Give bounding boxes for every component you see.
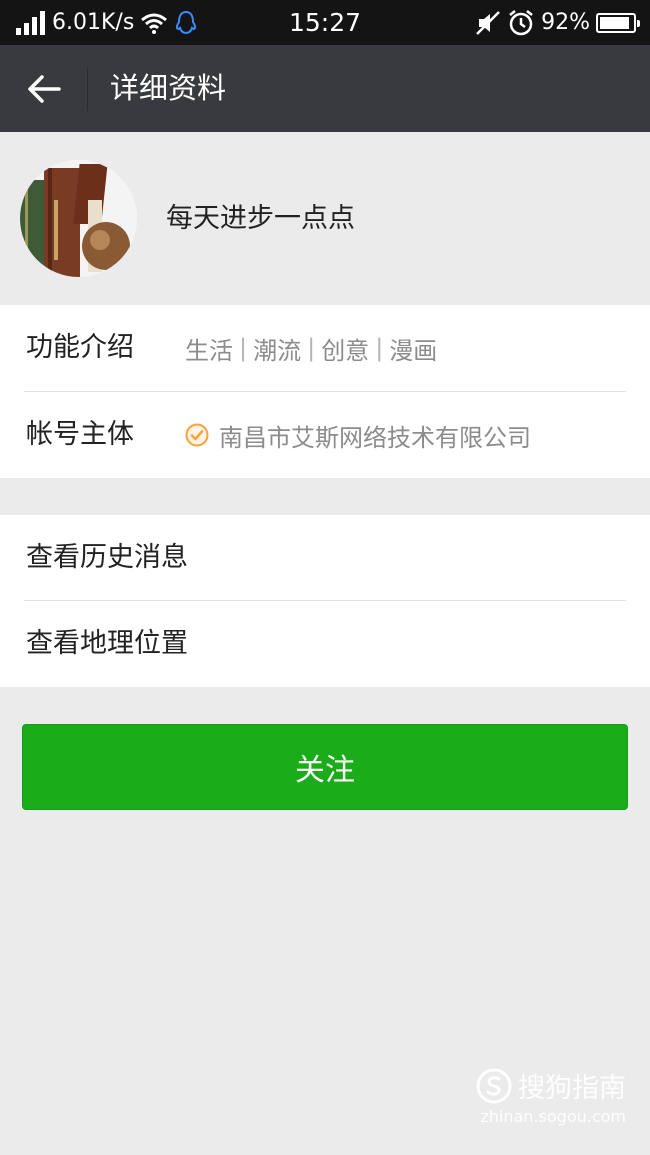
history-label: 查看历史消息	[26, 542, 188, 573]
tag-separator: |	[239, 334, 248, 362]
watermark-url: zhinan.sogou.com	[480, 1107, 626, 1126]
owner-row[interactable]: 帐号主体 南昌市艾斯网络技术有限公司	[0, 392, 650, 478]
avatar[interactable]	[20, 160, 137, 277]
back-arrow-icon	[28, 75, 61, 103]
owner-value-wrap: 南昌市艾斯网络技术有限公司	[185, 392, 531, 478]
title-bar: 详细资料	[0, 45, 650, 132]
page-title: 详细资料	[110, 71, 227, 105]
battery-level	[600, 16, 630, 29]
verified-check-icon	[185, 423, 209, 447]
tag: 创意	[321, 336, 370, 365]
intro-tags: 生活 | 潮流 | 创意 | 漫画	[185, 305, 437, 391]
tag-separator: |	[375, 334, 384, 362]
owner-value: 南昌市艾斯网络技术有限公司	[219, 423, 531, 452]
title-divider	[87, 67, 88, 111]
tag: 漫画	[389, 336, 438, 365]
intro-row: 功能介绍 生活 | 潮流 | 创意 | 漫画	[0, 305, 650, 391]
books-image	[20, 160, 137, 277]
watermark-brand: 搜狗指南	[518, 1073, 626, 1104]
tag: 生活	[185, 336, 233, 365]
watermark: 搜狗指南 zhinan.sogou.com	[476, 1066, 626, 1126]
info-group: 功能介绍 生活 | 潮流 | 创意 | 漫画 帐号主体 南昌市艾斯网络技术有限公…	[0, 305, 650, 478]
tag-separator: |	[307, 334, 316, 362]
location-row[interactable]: 查看地理位置	[0, 601, 650, 687]
owner-label: 帐号主体	[26, 419, 134, 450]
mute-icon	[476, 10, 500, 35]
battery-percent: 92%	[541, 10, 590, 35]
location-label: 查看地理位置	[26, 628, 188, 659]
battery-icon	[596, 12, 640, 33]
alarm-icon	[509, 9, 533, 35]
back-button[interactable]	[22, 67, 66, 111]
profile-header: 每天进步一点点	[0, 132, 650, 305]
status-bar: 6.01K/s 15:27 92%	[0, 0, 650, 45]
account-name: 每天进步一点点	[166, 203, 355, 234]
sogou-logo-icon	[476, 1068, 512, 1103]
actions-group: 查看历史消息 查看地理位置	[0, 515, 650, 687]
history-row[interactable]: 查看历史消息	[0, 515, 650, 601]
follow-button[interactable]: 关注	[22, 724, 628, 810]
intro-label: 功能介绍	[26, 332, 134, 363]
tag: 潮流	[253, 336, 302, 365]
